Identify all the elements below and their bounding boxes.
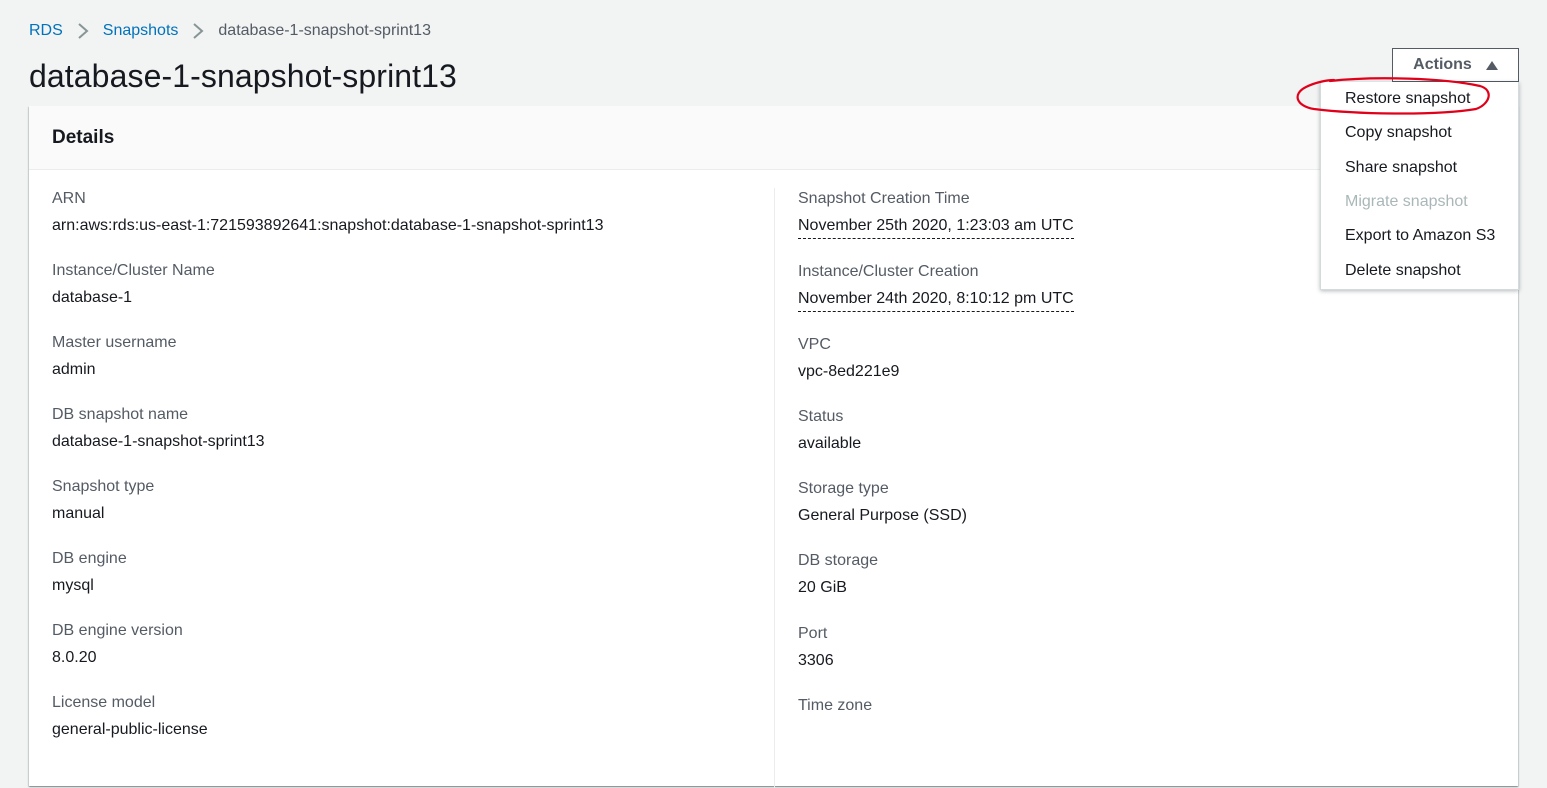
field-label: Instance/Cluster Creation [798, 263, 979, 280]
field-label: DB snapshot name [52, 406, 189, 423]
field-value: 3306 [798, 652, 834, 669]
field-snapshot-creation-time: Snapshot Creation Time November 25th 202… [798, 188, 1074, 239]
field-label: Snapshot Creation Time [798, 190, 970, 207]
field-value: manual [52, 505, 105, 522]
field-label: Port [798, 625, 828, 642]
menu-item-migrate-snapshot: Migrate snapshot [1345, 193, 1468, 210]
chevron-right-icon [76, 21, 90, 41]
field-value: mysql [52, 577, 94, 594]
field-license-model: License model general-public-license [52, 692, 208, 741]
field-value: 8.0.20 [52, 649, 97, 666]
breadcrumb-snapshots-link[interactable]: Snapshots [103, 20, 179, 42]
field-port: Port 3306 [798, 623, 834, 672]
field-label: Time zone [798, 697, 873, 714]
column-divider [774, 188, 775, 788]
details-panel: Details ARN arn:aws:rds:us-east-1:721593… [29, 106, 1518, 788]
field-value: General Purpose (SSD) [798, 507, 967, 524]
field-label: License model [52, 694, 156, 711]
breadcrumb-rds-link[interactable]: RDS [29, 20, 63, 42]
actions-dropdown-button[interactable]: Actions [1392, 48, 1519, 82]
field-label: ARN [52, 190, 86, 207]
field-label: Storage type [798, 480, 889, 497]
field-instance-cluster-name: Instance/Cluster Name database-1 [52, 260, 215, 309]
field-value: database-1 [52, 289, 133, 306]
field-label: DB engine [52, 550, 127, 567]
details-header: Details [29, 106, 1518, 170]
field-db-storage: DB storage 20 GiB [798, 550, 878, 599]
field-value: 20 GiB [798, 579, 847, 596]
field-label: VPC [798, 336, 831, 353]
field-db-engine: DB engine mysql [52, 548, 127, 597]
actions-menu: Restore snapshot Copy snapshot Share sna… [1320, 82, 1519, 290]
field-value: admin [52, 361, 96, 378]
field-status: Status available [798, 406, 861, 455]
actions-label: Actions [1413, 56, 1472, 73]
details-title: Details [52, 126, 115, 148]
page-title: database-1-snapshot-sprint13 [29, 58, 457, 94]
menu-item-restore-snapshot[interactable]: Restore snapshot [1345, 88, 1470, 110]
breadcrumb: RDS Snapshots database-1-snapshot-sprint… [29, 20, 431, 42]
caret-up-icon [1485, 60, 1498, 70]
field-label: Status [798, 408, 844, 425]
menu-item-delete-snapshot[interactable]: Delete snapshot [1345, 260, 1461, 282]
menu-item-export-to-s3[interactable]: Export to Amazon S3 [1345, 225, 1495, 247]
field-arn: ARN arn:aws:rds:us-east-1:721593892641:s… [52, 188, 603, 237]
field-label: Snapshot type [52, 478, 155, 495]
field-label: DB engine version [52, 622, 183, 639]
field-snapshot-type: Snapshot type manual [52, 476, 154, 525]
field-value-timestamp[interactable]: November 25th 2020, 1:23:03 am UTC [798, 215, 1074, 239]
field-master-username: Master username admin [52, 332, 177, 381]
field-value: general-public-license [52, 721, 208, 738]
field-instance-cluster-creation: Instance/Cluster Creation November 24th … [798, 261, 1074, 312]
field-value: available [798, 435, 862, 452]
field-storage-type: Storage type General Purpose (SSD) [798, 478, 967, 527]
field-db-snapshot-name: DB snapshot name database-1-snapshot-spr… [52, 404, 265, 453]
menu-item-copy-snapshot[interactable]: Copy snapshot [1345, 122, 1452, 144]
field-time-zone: Time zone [798, 695, 872, 722]
field-label: Master username [52, 334, 177, 351]
breadcrumb-current: database-1-snapshot-sprint13 [218, 22, 431, 39]
menu-item-share-snapshot[interactable]: Share snapshot [1345, 157, 1457, 179]
field-value: arn:aws:rds:us-east-1:721593892641:snaps… [52, 217, 604, 234]
chevron-right-icon [191, 21, 205, 41]
field-label: DB storage [798, 552, 879, 569]
field-value: database-1-snapshot-sprint13 [52, 433, 265, 450]
field-label: Instance/Cluster Name [52, 262, 215, 279]
field-value: vpc-8ed221e9 [798, 363, 900, 380]
field-value-timestamp[interactable]: November 24th 2020, 8:10:12 pm UTC [798, 288, 1074, 312]
field-vpc: VPC vpc-8ed221e9 [798, 334, 899, 383]
field-db-engine-version: DB engine version 8.0.20 [52, 620, 183, 669]
